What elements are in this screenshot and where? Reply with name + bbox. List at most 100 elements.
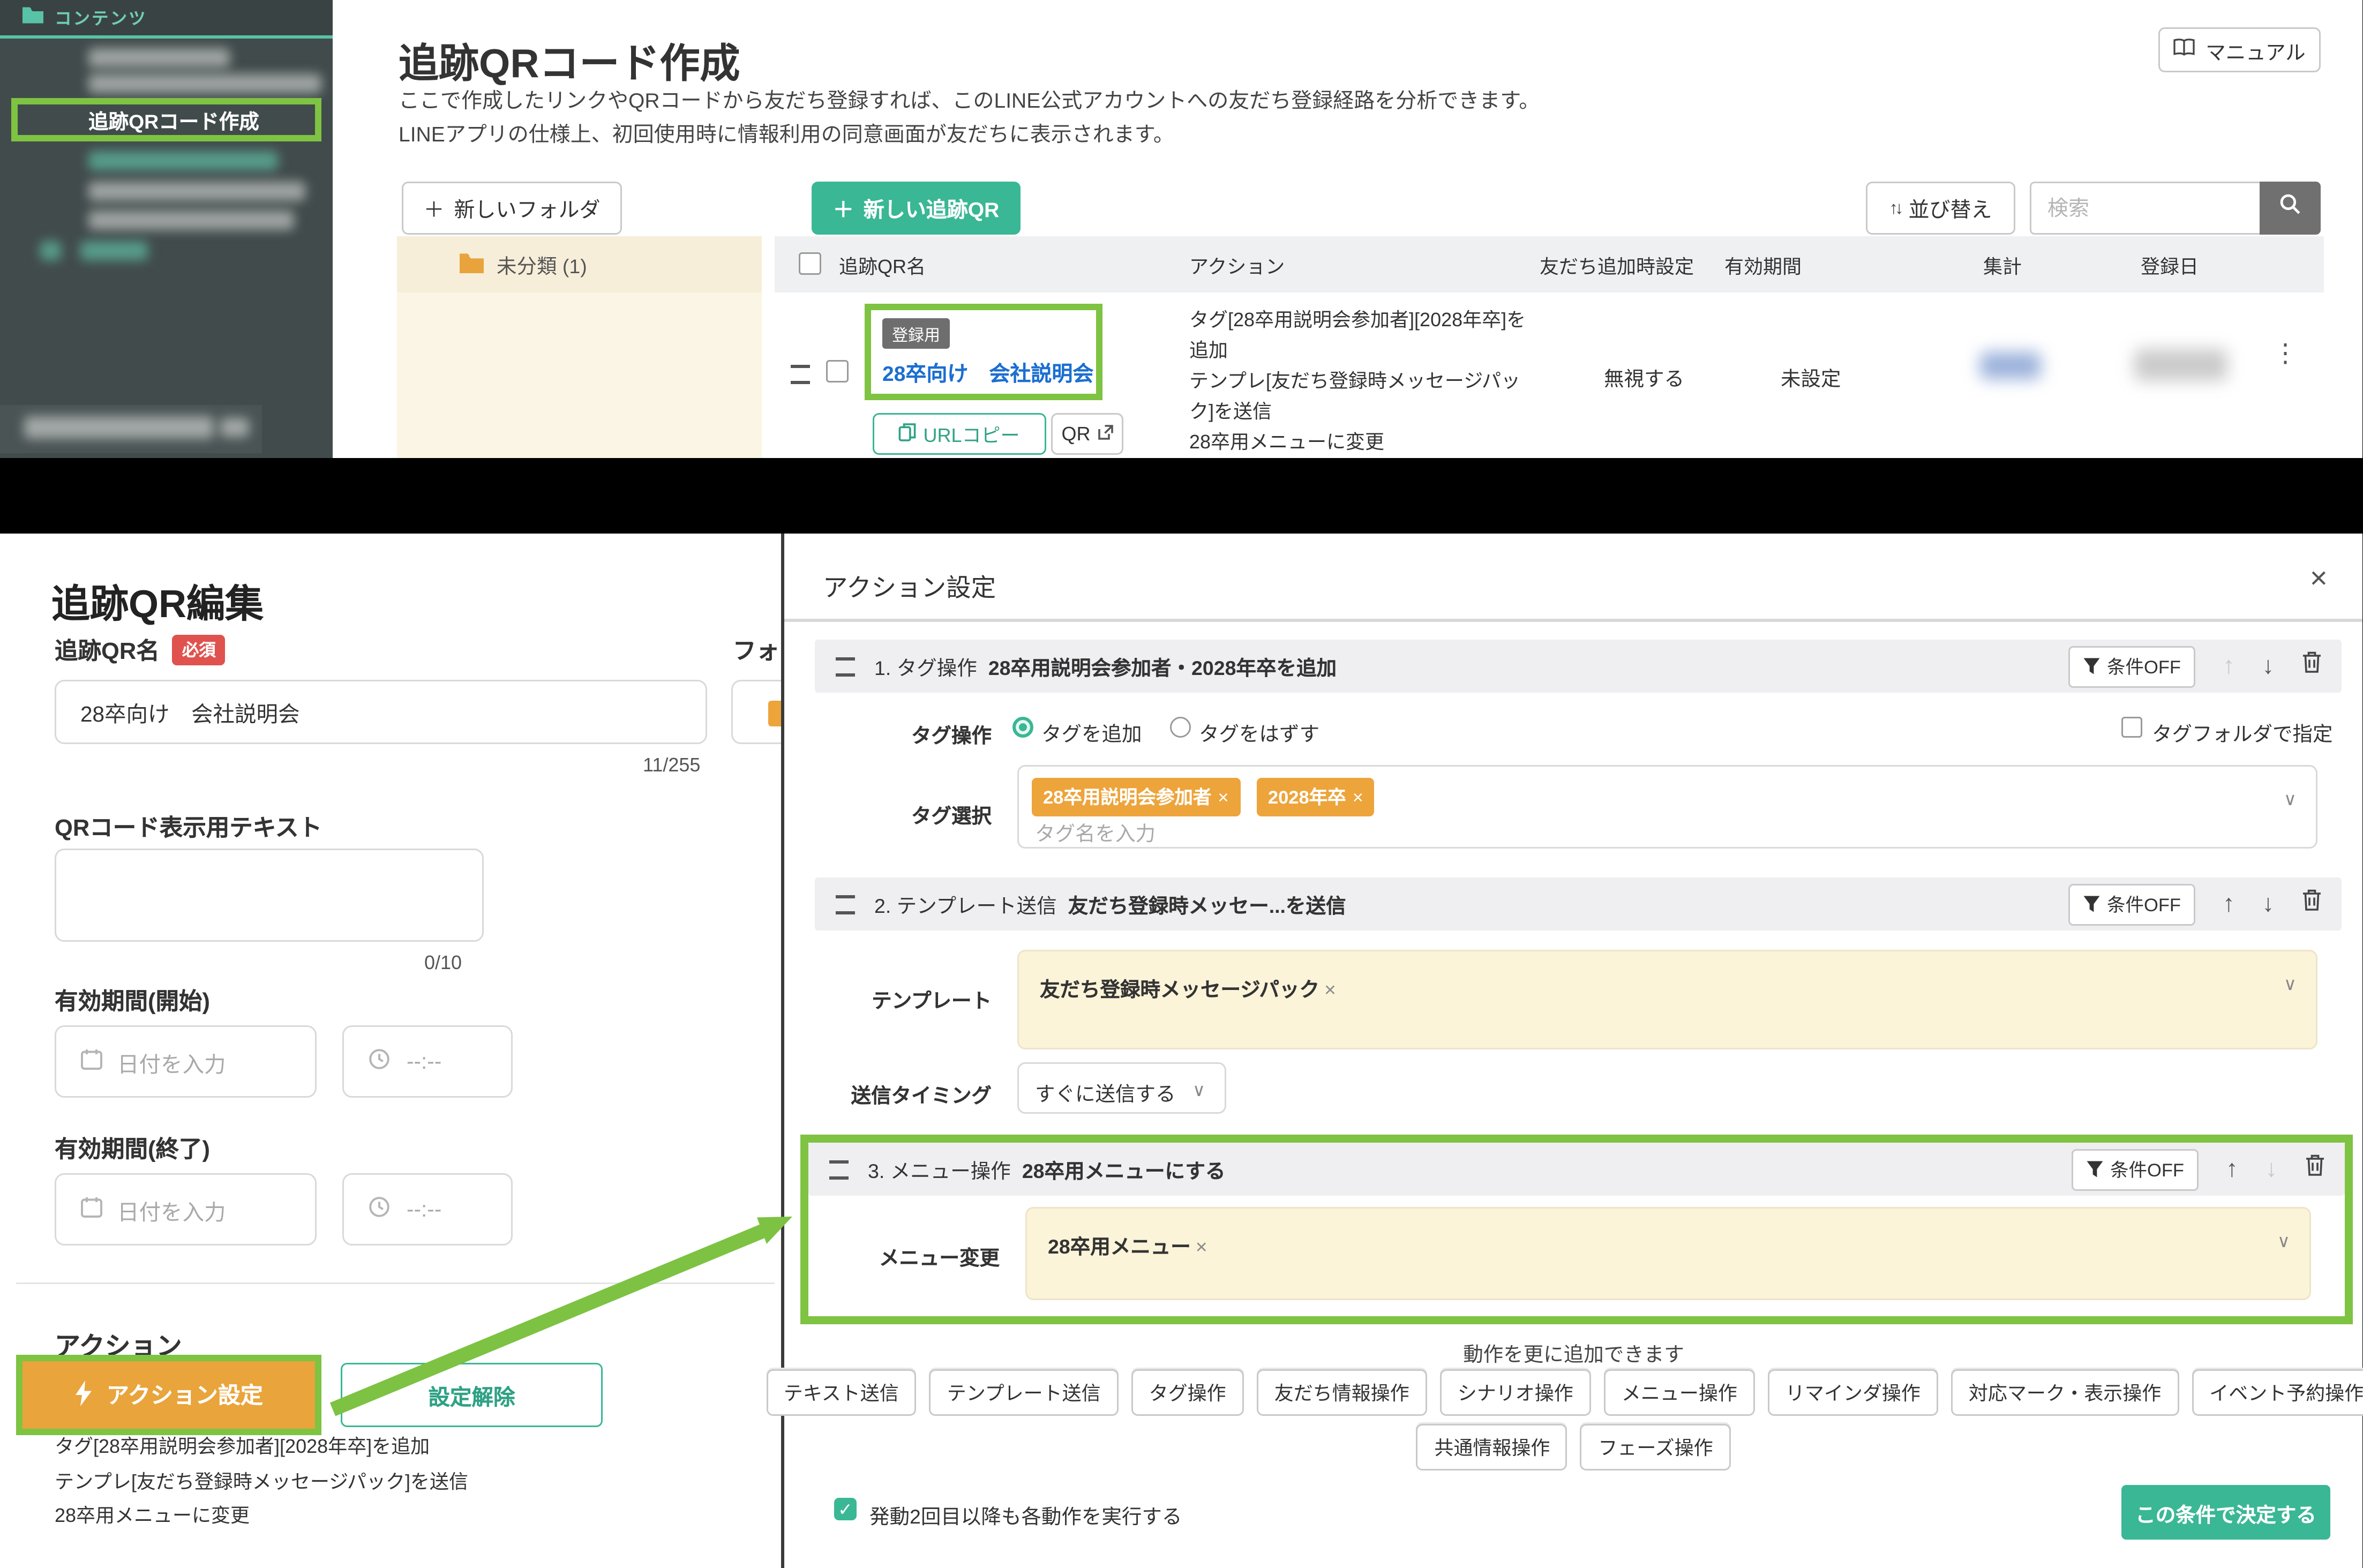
delete-icon[interactable] <box>2305 1154 2326 1184</box>
qr-name-input[interactable]: 28卒向け 会社説明会 <box>55 680 707 744</box>
new-tracking-qr-button[interactable]: ＋ 新しい追跡QR <box>812 182 1021 235</box>
row-menu-kebab-icon[interactable]: ⋮ <box>2272 347 2298 363</box>
repeat-checkbox-label: 発動2回目以降も各動作を実行する <box>869 1499 1182 1530</box>
lightning-icon <box>74 1380 94 1411</box>
drag-handle-icon[interactable] <box>791 365 810 384</box>
external-link-icon <box>1097 423 1113 445</box>
end-date-placeholder: 日付を入力 <box>117 1194 226 1226</box>
sidebar-item-blurred[interactable] <box>88 182 305 201</box>
add-event-reserve-button[interactable]: イベント予約操作 <box>2192 1369 2363 1416</box>
add-menu-op-button[interactable]: メニュー操作 <box>1604 1369 1755 1416</box>
move-up-icon: ↑ <box>2223 652 2235 680</box>
friend-add-setting-value: 無視する <box>1604 362 1684 392</box>
close-icon[interactable]: × <box>2310 562 2328 598</box>
sidebar-item-blurred[interactable] <box>88 211 294 230</box>
tag-chip[interactable]: 28卒用説明会参加者× <box>1032 778 1240 816</box>
folder-label-partial: フォ <box>733 633 779 667</box>
repeat-checkbox[interactable]: ✓ <box>834 1498 857 1520</box>
filter-icon <box>2086 1160 2104 1178</box>
start-time-input[interactable]: --:-- <box>342 1025 513 1098</box>
add-phase-op-button[interactable]: フェーズ操作 <box>1580 1424 1730 1471</box>
search-input[interactable] <box>2030 182 2260 235</box>
qr-display-text-label: QRコード表示用テキスト <box>55 810 322 844</box>
search-bar <box>2030 182 2321 235</box>
move-down-icon[interactable]: ↓ <box>2262 890 2275 918</box>
template-select-box[interactable]: 友だち登録時メッセージパック× ∨ <box>1017 950 2317 1049</box>
folder-item-unclassified[interactable]: 未分類 (1) <box>397 236 762 292</box>
delete-icon[interactable] <box>2301 889 2322 919</box>
row-checkbox[interactable] <box>826 360 849 382</box>
unset-button[interactable]: 設定解除 <box>341 1363 603 1427</box>
chevron-down-icon: ∨ <box>2284 974 2297 995</box>
drag-handle-icon[interactable] <box>836 895 855 914</box>
add-template-send-button[interactable]: テンプレート送信 <box>929 1369 1119 1416</box>
sidebar-item-blurred[interactable] <box>88 48 230 67</box>
move-down-icon[interactable]: ↓ <box>2262 652 2275 680</box>
move-up-icon[interactable]: ↑ <box>2223 890 2235 918</box>
sidebar-section-contents[interactable]: コンテンツ <box>0 0 333 39</box>
confirm-button[interactable]: この条件で決定する <box>2121 1485 2330 1540</box>
modal-header-divider <box>784 619 2363 621</box>
url-copy-button[interactable]: URLコピー <box>873 413 1046 455</box>
sidebar-bottom-row[interactable] <box>0 405 262 453</box>
add-reminder-button[interactable]: リマインダ操作 <box>1768 1369 1938 1416</box>
action-setting-highlight: アクション設定 <box>16 1355 321 1435</box>
drag-handle-icon[interactable] <box>829 1160 849 1179</box>
remove-icon[interactable]: × <box>1196 1236 1207 1258</box>
timing-select[interactable]: すぐに送信する ∨ <box>1017 1062 1226 1114</box>
sort-button[interactable]: ↑↓ 並び替え <box>1866 182 2015 235</box>
condition-off-button[interactable]: 条件OFF <box>2068 883 2195 925</box>
end-time-placeholder: --:-- <box>407 1197 441 1221</box>
qr-display-text-counter: 0/10 <box>424 951 462 974</box>
drag-handle-icon[interactable] <box>836 657 855 676</box>
move-up-icon[interactable]: ↑ <box>2226 1156 2238 1183</box>
period-start-label: 有効期間(開始) <box>55 984 210 1017</box>
add-tag-op-button[interactable]: タグ操作 <box>1131 1369 1244 1416</box>
remove-tag-icon[interactable]: × <box>1353 789 1363 808</box>
qr-name-link[interactable]: 28卒向け 会社説明会 <box>882 357 1093 387</box>
add-friend-info-button[interactable]: 友だち情報操作 <box>1257 1369 1427 1416</box>
condition-off-button[interactable]: 条件OFF <box>2068 646 2195 687</box>
radio-tag-remove[interactable] <box>1170 717 1191 738</box>
clock-icon <box>368 1196 391 1223</box>
sidebar-section-label: コンテンツ <box>55 6 147 30</box>
sidebar-item-blurred[interactable] <box>80 241 148 260</box>
qr-name-label: 追跡QR名必須 <box>55 633 226 667</box>
tag-select-label: タグ選択 <box>815 799 992 829</box>
add-text-send-button[interactable]: テキスト送信 <box>766 1369 917 1416</box>
menu-select-box[interactable]: 28卒用メニュー× ∨ <box>1025 1207 2311 1300</box>
delete-icon[interactable] <box>2301 651 2322 681</box>
sidebar: コンテンツ 追跡QRコード作成 <box>0 0 333 458</box>
end-time-input[interactable]: --:-- <box>342 1173 513 1246</box>
sidebar-icon-blurred <box>40 241 61 260</box>
qr-display-text-input[interactable] <box>55 849 484 942</box>
end-date-input[interactable]: 日付を入力 <box>55 1173 317 1246</box>
remove-icon[interactable]: × <box>1324 979 1336 1001</box>
radio-tag-add[interactable] <box>1012 717 1033 738</box>
required-badge: 必須 <box>172 635 226 665</box>
action-1-summary: 28卒用説明会参加者・2028年卒を追加 <box>988 651 1337 681</box>
tag-folder-checkbox[interactable] <box>2121 717 2142 738</box>
col-header-registered-date: 登録日 <box>2141 252 2199 280</box>
search-submit-button[interactable] <box>2260 182 2321 235</box>
tag-select-box[interactable]: 28卒用説明会参加者× 2028年卒× タグ名を入力 ∨ <box>1017 765 2317 849</box>
manual-button[interactable]: マニュアル <box>2158 27 2321 72</box>
registration-badge: 登録用 <box>882 318 950 349</box>
sidebar-item-blurred[interactable] <box>88 151 278 170</box>
add-common-info-button[interactable]: 共通情報操作 <box>1416 1424 1567 1471</box>
condition-off-button[interactable]: 条件OFF <box>2072 1149 2199 1190</box>
select-all-checkbox[interactable] <box>799 252 821 275</box>
action-setting-button[interactable]: アクション設定 <box>22 1361 315 1429</box>
period-end-label: 有効期間(終了) <box>55 1131 210 1165</box>
remove-tag-icon[interactable]: × <box>1218 789 1228 808</box>
screenshot-viewport: コンテンツ 追跡QRコード作成 追跡QRコード作成 ここで作成したリンクやQRコ… <box>0 0 2363 1568</box>
sidebar-item-tracking-qr-active[interactable]: 追跡QRコード作成 <box>11 98 321 141</box>
new-folder-button[interactable]: ＋ 新しいフォルダ <box>402 182 622 235</box>
qr-open-label: QR <box>1062 423 1091 445</box>
qr-open-button[interactable]: QR <box>1051 413 1123 455</box>
start-date-input[interactable]: 日付を入力 <box>55 1025 317 1098</box>
add-scenario-button[interactable]: シナリオ操作 <box>1440 1369 1591 1416</box>
sidebar-item-blurred[interactable] <box>88 74 321 93</box>
add-mark-display-button[interactable]: 対応マーク・表示操作 <box>1951 1369 2179 1416</box>
tag-chip[interactable]: 2028年卒× <box>1257 778 1375 816</box>
